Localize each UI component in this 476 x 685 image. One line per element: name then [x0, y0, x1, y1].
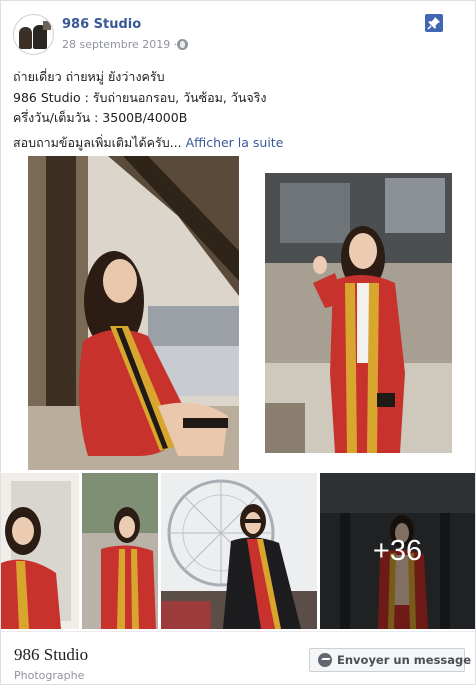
send-message-label: Envoyer un message: [337, 653, 472, 667]
post-header: 986 Studio 28 septembre 2019 ·: [1, 1, 475, 61]
page-avatar[interactable]: [13, 14, 54, 55]
post-photo-4[interactable]: [161, 473, 317, 629]
messenger-icon: [318, 653, 332, 667]
photo-graduate-pair: [1, 473, 158, 629]
post-card: 986 Studio 28 septembre 2019 · ถ่ายเดี่ย…: [0, 0, 476, 685]
post-photo-3[interactable]: [1, 473, 158, 629]
post-photo-5[interactable]: +36: [320, 473, 475, 629]
photo-graduate-seated: [28, 156, 239, 470]
more-photos-count: +36: [372, 534, 423, 567]
avatar-detail: [43, 21, 51, 30]
footer-page-category: Photographe: [14, 669, 85, 682]
post-text-line: 986 Studio : รับถ่ายนอกรอบ, วันซ้อม, วัน…: [13, 89, 267, 105]
footer-divider: [1, 631, 475, 632]
more-photos-overlay[interactable]: +36: [320, 473, 475, 629]
photo-graduate-waving: [265, 173, 452, 453]
avatar-figure: [19, 27, 32, 49]
post-text-last-line: สอบถามข้อมูลเพิ่มเติมได้ครับ... Afficher…: [13, 133, 463, 154]
footer-page-name[interactable]: 986 Studio: [14, 645, 88, 665]
post-text-line: ครึ่งวัน/เต็มวัน : 3500B/4000B: [13, 110, 188, 125]
photo-graduate-ferris-wheel: [161, 473, 317, 629]
pin-icon[interactable]: [425, 14, 443, 32]
post-timestamp[interactable]: 28 septembre 2019 ·: [62, 38, 177, 51]
post-text: ถ่ายเดี่ยว ถ่ายหมู่ ยังว่างครับ 986 Stud…: [13, 67, 463, 153]
see-more-link[interactable]: Afficher la suite: [186, 135, 284, 150]
page-name-link[interactable]: 986 Studio: [62, 17, 141, 32]
send-message-button[interactable]: Envoyer un message: [309, 648, 471, 672]
post-photo-1[interactable]: [28, 156, 239, 470]
post-text-truncated: สอบถามข้อมูลเพิ่มเติมได้ครับ...: [13, 134, 182, 150]
post-photo-2[interactable]: [265, 173, 452, 453]
post-text-line: ถ่ายเดี่ยว ถ่ายหมู่ ยังว่างครับ: [13, 69, 165, 84]
globe-icon: [177, 39, 188, 50]
